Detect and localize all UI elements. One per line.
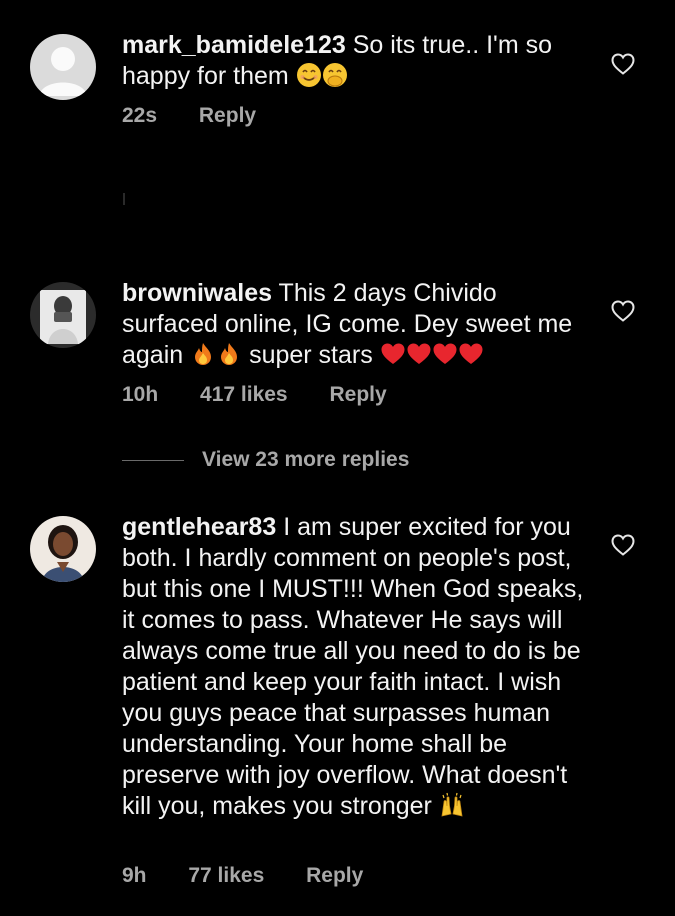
avatar[interactable] xyxy=(30,34,96,100)
fire-icon xyxy=(195,343,212,365)
user-photo-icon xyxy=(30,282,96,348)
view-replies-label[interactable]: View 23 more replies xyxy=(202,448,409,472)
red-heart-icon xyxy=(433,343,457,364)
comment-body: I am super excited for you both. I hardl… xyxy=(122,513,584,820)
comment-meta: 10h 417 likes Reply xyxy=(122,383,387,407)
likes-count[interactable]: 77 likes xyxy=(188,864,264,888)
comment-meta: 9h 77 likes Reply xyxy=(122,864,363,888)
comment-time: 22s xyxy=(122,104,158,127)
fire-icon xyxy=(221,343,238,365)
view-more-replies-button[interactable]: View 23 more replies xyxy=(122,447,409,473)
red-heart-icon xyxy=(407,343,431,364)
comment-time: 10h xyxy=(122,383,159,406)
avatar[interactable] xyxy=(30,282,96,348)
comment-username[interactable]: mark_bamidele123 xyxy=(122,31,346,59)
like-heart-icon[interactable] xyxy=(610,299,636,323)
user-photo-icon xyxy=(30,516,96,582)
avatar[interactable] xyxy=(30,516,96,582)
likes-count[interactable]: 417 likes xyxy=(200,383,288,407)
default-avatar-icon xyxy=(30,34,96,100)
comment-time: 9h xyxy=(122,864,147,887)
reply-button[interactable]: Reply xyxy=(329,383,386,407)
comment-username[interactable]: browniwales xyxy=(122,279,272,307)
comment-body-continued: super stars xyxy=(249,341,373,369)
like-heart-icon[interactable] xyxy=(610,52,636,76)
like-heart-icon[interactable] xyxy=(610,533,636,557)
face-with-hand-over-mouth-icon xyxy=(322,63,347,87)
comment-username[interactable]: gentlehear83 xyxy=(122,513,276,541)
reply-button[interactable]: Reply xyxy=(306,864,363,888)
red-heart-icon xyxy=(459,343,483,364)
divider xyxy=(123,193,125,205)
comment-text: browniwales This 2 days Chivido surfaced… xyxy=(122,278,592,371)
raising-hands-icon xyxy=(441,792,463,817)
comment-text: mark_bamidele123 So its true.. I'm so ha… xyxy=(122,30,592,92)
replies-divider-line xyxy=(122,459,184,461)
smiling-face-icon xyxy=(296,63,321,87)
red-heart-icon xyxy=(381,343,405,364)
reply-button[interactable]: Reply xyxy=(199,104,256,128)
comment-meta: 22s Reply xyxy=(122,104,256,128)
comment-text: gentlehear83 I am super excited for you … xyxy=(122,512,592,822)
